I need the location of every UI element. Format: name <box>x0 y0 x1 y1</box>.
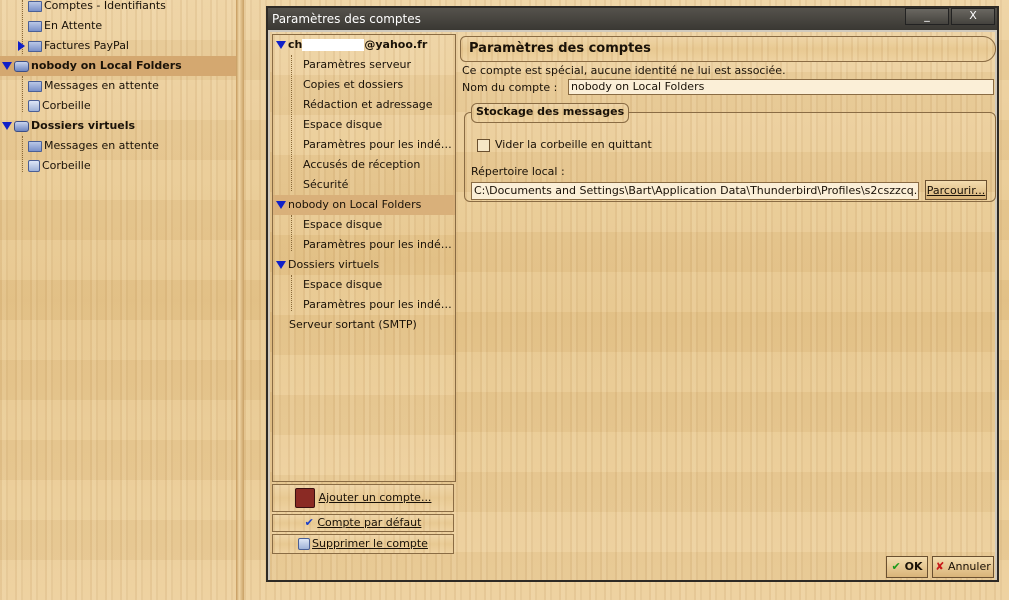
account-tree: ch @yahoo.fr Paramètres serveur Copies et… <box>272 34 456 482</box>
folder-item[interactable]: Corbeille <box>0 156 264 176</box>
tree-item[interactable]: Rédaction et adressage <box>303 95 453 115</box>
empty-trash-checkbox[interactable] <box>477 139 490 152</box>
account-name-label: Nom du compte : <box>462 81 558 94</box>
window-controls: _ X <box>903 8 995 26</box>
tree-item[interactable]: Copies et dossiers <box>303 75 453 95</box>
cancel-x-icon: ✘ <box>935 560 945 573</box>
message-storage-title: Stockage des messages <box>471 103 630 123</box>
tree-account-local[interactable]: nobody on Local Folders <box>273 195 455 215</box>
default-account-button[interactable]: ✔ Compte par défaut <box>272 514 454 532</box>
tree-item[interactable]: Espace disque <box>303 115 453 135</box>
tree-item[interactable]: Paramètres pour les indésirables <box>303 295 453 315</box>
expand-arrow-icon[interactable] <box>18 41 25 51</box>
special-account-note: Ce compte est spécial, aucune identité n… <box>462 64 786 77</box>
tree-item[interactable]: Espace disque <box>303 215 453 235</box>
checkmark-icon: ✔ <box>304 516 314 529</box>
account-icon <box>14 60 29 72</box>
add-account-icon <box>294 488 315 508</box>
tree-smtp[interactable]: Serveur sortant (SMTP) <box>273 315 455 335</box>
folder-item[interactable]: Factures PayPal <box>0 36 254 56</box>
collapse-arrow-icon[interactable] <box>276 201 286 209</box>
folder-icon <box>28 20 42 32</box>
account-settings-dialog: Paramètres des comptes _ X ch @yahoo.fr P… <box>266 6 999 582</box>
account-name-input[interactable]: nobody on Local Folders <box>568 79 994 95</box>
browse-button[interactable]: Parcourir... <box>925 180 987 200</box>
folder-item[interactable]: Corbeille <box>0 96 264 116</box>
message-storage-group: Stockage des messages Vider la corbeille… <box>464 103 996 202</box>
tree-line <box>291 215 292 251</box>
folder-account-local[interactable]: nobody on Local Folders <box>0 56 238 76</box>
dialog-body: ch @yahoo.fr Paramètres serveur Copies et… <box>270 32 996 580</box>
settings-panel: Paramètres des comptes Ce compte est spé… <box>460 32 996 578</box>
add-account-button[interactable]: Ajouter un compte... <box>272 484 454 512</box>
ok-button[interactable]: ✔ OK <box>886 556 928 578</box>
local-dir-label: Répertoire local : <box>471 165 565 178</box>
tree-item[interactable]: Paramètres pour les indésirables <box>303 235 453 255</box>
tree-account-yahoo[interactable]: ch @yahoo.fr <box>273 35 455 55</box>
tree-item[interactable]: Paramètres pour les indésirables <box>303 135 453 155</box>
tree-item[interactable]: Paramètres serveur <box>303 55 453 75</box>
panel-header: Paramètres des comptes <box>460 36 996 62</box>
redacted-email <box>302 39 365 51</box>
outbox-icon <box>28 140 42 152</box>
close-button[interactable]: X <box>951 8 995 25</box>
collapse-arrow-icon[interactable] <box>276 261 286 269</box>
folder-item[interactable]: Messages en attente <box>0 76 264 96</box>
tree-item[interactable]: Espace disque <box>303 275 453 295</box>
folder-account-virtual[interactable]: Dossiers virtuels <box>0 116 238 136</box>
outbox-icon <box>28 80 42 92</box>
dialog-title: Paramètres des comptes <box>272 12 421 26</box>
folder-item[interactable]: Comptes - Identifiants <box>0 0 264 16</box>
collapse-arrow-icon[interactable] <box>276 41 286 49</box>
delete-account-button[interactable]: Supprimer le compte <box>272 534 454 554</box>
cancel-button[interactable]: ✘ Annuler <box>932 556 994 578</box>
tree-item[interactable]: Accusés de réception <box>303 155 453 175</box>
folder-icon <box>28 40 42 52</box>
dialog-titlebar[interactable]: Paramètres des comptes _ X <box>268 8 997 30</box>
collapse-arrow-icon[interactable] <box>2 122 12 130</box>
trash-icon <box>298 538 311 550</box>
folder-item[interactable]: En Attente <box>0 16 264 36</box>
tree-line <box>291 55 292 191</box>
collapse-arrow-icon[interactable] <box>2 62 12 70</box>
folder-icon <box>28 0 42 12</box>
account-icon <box>14 120 29 132</box>
local-dir-input[interactable]: C:\Documents and Settings\Bart\Applicati… <box>471 182 919 200</box>
folder-pane: Comptes - Identifiants En Attente Factur… <box>0 0 238 600</box>
tree-item[interactable]: Sécurité <box>303 175 453 195</box>
folder-item[interactable]: Messages en attente <box>0 136 264 156</box>
trash-icon <box>28 160 40 172</box>
pane-splitter[interactable] <box>236 0 244 600</box>
tree-account-virtual[interactable]: Dossiers virtuels <box>273 255 455 275</box>
checkmark-icon: ✔ <box>891 560 901 573</box>
empty-trash-label[interactable]: Vider la corbeille en quittant <box>495 138 652 151</box>
tree-line <box>291 275 292 311</box>
trash-icon <box>28 100 40 112</box>
minimize-button[interactable]: _ <box>905 8 949 25</box>
